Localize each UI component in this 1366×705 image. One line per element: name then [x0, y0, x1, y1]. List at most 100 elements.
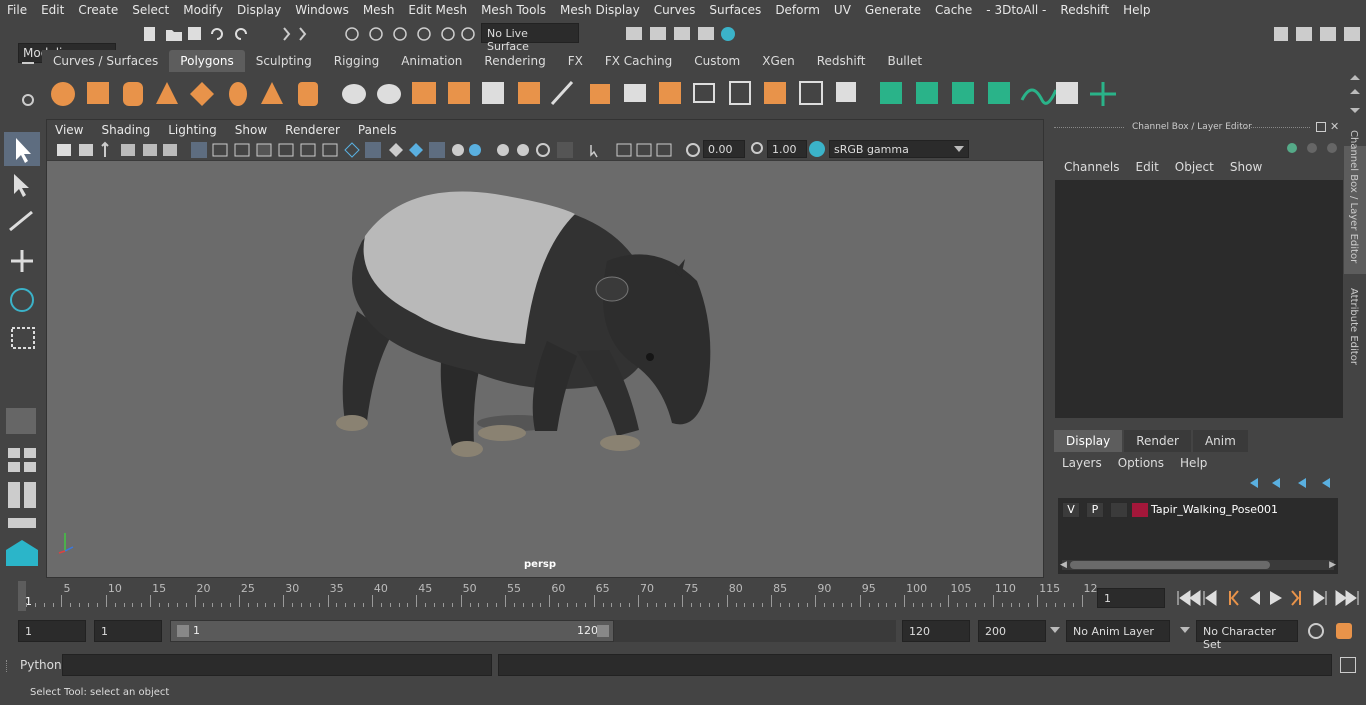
chevron-down-icon[interactable] [1050, 627, 1060, 633]
menu-curves[interactable]: Curves [647, 3, 703, 17]
shelf-tab-rigging[interactable]: Rigging [322, 50, 391, 72]
side-tab-channel-box[interactable]: Channel Box / Layer Editor [1348, 130, 1359, 263]
script-editor-icon[interactable] [1340, 657, 1356, 673]
shelf-tab-curves-surfaces[interactable]: Curves / Surfaces [42, 50, 170, 72]
menu-help[interactable]: Help [1116, 3, 1157, 17]
side-tab-attribute-editor[interactable]: Attribute Editor [1348, 288, 1359, 365]
layer-scrollbar[interactable]: ◀ ▶ [1060, 560, 1336, 570]
menu-edit-mesh[interactable]: Edit Mesh [401, 3, 474, 17]
command-input[interactable] [62, 654, 492, 676]
scroll-left-icon[interactable]: ◀ [1060, 560, 1067, 570]
animation-end-field[interactable]: 200 [978, 620, 1046, 642]
layer-tab-render[interactable]: Render [1124, 430, 1191, 452]
menu-3dtoall[interactable]: - 3DtoAll - [979, 3, 1053, 17]
layer-tab-display[interactable]: Display [1054, 430, 1123, 452]
shelf-tab-xgen[interactable]: XGen [751, 50, 806, 72]
channel-box-menu-object[interactable]: Object [1167, 160, 1222, 174]
viewport-menu-renderer[interactable]: Renderer [277, 123, 350, 137]
view-transform-select[interactable]: sRGB gamma [829, 140, 969, 158]
menu-generate[interactable]: Generate [858, 3, 928, 17]
panel-grip[interactable] [1240, 127, 1310, 129]
close-icon[interactable]: ✕ [1330, 120, 1339, 133]
scroll-right-icon[interactable]: ▶ [1329, 560, 1336, 570]
shelf-tab-fx[interactable]: FX [556, 50, 594, 72]
status-line-icons[interactable] [128, 24, 478, 44]
layer-menu-layers[interactable]: Layers [1062, 456, 1110, 470]
menu-mesh-display[interactable]: Mesh Display [553, 3, 647, 17]
menu-uv[interactable]: UV [827, 3, 858, 17]
tapir-model[interactable] [47, 161, 1043, 577]
menu-modify[interactable]: Modify [176, 3, 230, 17]
workspace-icons[interactable] [1270, 24, 1366, 44]
range-slider-end-handle[interactable] [597, 625, 609, 637]
menu-edit[interactable]: Edit [34, 3, 71, 17]
color-management-icon[interactable] [809, 141, 825, 157]
shelf-scroll[interactable] [1347, 72, 1363, 116]
animation-start-field[interactable]: 1 [18, 620, 86, 642]
playback-controls[interactable] [1172, 588, 1366, 608]
command-language-label[interactable]: Python [20, 658, 62, 672]
viewport-3d-view[interactable]: persp [47, 161, 1043, 577]
layer-row[interactable]: V P Tapir_Walking_Pose001 [1060, 500, 1336, 518]
playback-start-field[interactable]: 1 [94, 620, 162, 642]
anim-layer-select[interactable]: No Anim Layer [1066, 620, 1170, 642]
layer-type-toggle[interactable] [1110, 502, 1128, 518]
viewport-menu-shading[interactable]: Shading [93, 123, 160, 137]
gamma-field[interactable]: 1.00 [767, 140, 807, 158]
chevron-down-icon[interactable] [1180, 627, 1190, 633]
menu-windows[interactable]: Windows [288, 3, 356, 17]
menu-cache[interactable]: Cache [928, 3, 979, 17]
viewport-menu-lighting[interactable]: Lighting [160, 123, 227, 137]
layer-name[interactable]: Tapir_Walking_Pose001 [1151, 503, 1278, 516]
menu-file[interactable]: File [0, 3, 34, 17]
shelf-tab-animation[interactable]: Animation [390, 50, 474, 72]
viewport-menu-panels[interactable]: Panels [350, 123, 407, 137]
shelf-icons[interactable] [42, 72, 1342, 116]
layer-color-swatch[interactable] [1132, 503, 1148, 517]
channel-box-menu-show[interactable]: Show [1222, 160, 1270, 174]
viewport-toolbar-icons[interactable] [55, 141, 715, 159]
range-slider-track[interactable] [614, 620, 896, 642]
layer-menu-help[interactable]: Help [1180, 456, 1215, 470]
toolbox-icons[interactable] [0, 130, 44, 570]
menu-display[interactable]: Display [230, 3, 288, 17]
menu-create[interactable]: Create [71, 3, 125, 17]
menu-surfaces[interactable]: Surfaces [702, 3, 768, 17]
channel-box-menu-edit[interactable]: Edit [1128, 160, 1167, 174]
menu-select[interactable]: Select [125, 3, 176, 17]
menu-mesh[interactable]: Mesh [356, 3, 402, 17]
range-slider[interactable]: 1 120 [170, 620, 614, 642]
shelf-tab-polygons[interactable]: Polygons [169, 50, 245, 72]
float-panel-icon[interactable] [1316, 122, 1326, 132]
channel-box-menu-channels[interactable]: Channels [1056, 160, 1128, 174]
panel-grip[interactable] [1054, 127, 1124, 129]
menu-mesh-tools[interactable]: Mesh Tools [474, 3, 553, 17]
time-slider[interactable]: 1 5 10 15 20 25 30 35 40 45 50 55 60 65 70 75 80 85 90 95 1… [18, 581, 1098, 611]
shelf-tab-fx-caching[interactable]: FX Caching [593, 50, 684, 72]
channel-box-area[interactable] [1055, 180, 1343, 418]
live-surface-field[interactable]: No Live Surface [481, 23, 579, 53]
animation-preferences-icon[interactable] [1336, 623, 1352, 639]
shelf-tab-redshift[interactable]: Redshift [805, 50, 877, 72]
channel-box-icons[interactable] [1284, 140, 1344, 156]
exposure-field[interactable]: 0.00 [703, 140, 745, 158]
character-set-select[interactable]: No Character Set [1196, 620, 1298, 651]
layer-playback-toggle[interactable]: P [1086, 502, 1104, 518]
layer-buttons[interactable] [1244, 474, 1340, 492]
shelf-tab-rendering[interactable]: Rendering [473, 50, 557, 72]
viewport-menu-show[interactable]: Show [227, 123, 277, 137]
layer-tab-anim[interactable]: Anim [1192, 430, 1248, 452]
layer-menu-options[interactable]: Options [1118, 456, 1172, 470]
menu-deform[interactable]: Deform [768, 3, 827, 17]
menu-redshift[interactable]: Redshift [1053, 3, 1116, 17]
auto-key-icon[interactable] [1308, 623, 1324, 639]
current-frame-field[interactable]: 1 [1097, 588, 1165, 608]
layer-visibility-toggle[interactable]: V [1062, 502, 1080, 518]
scrollbar-thumb[interactable] [1070, 561, 1270, 569]
playback-end-field[interactable]: 120 [902, 620, 970, 642]
viewport-menu-view[interactable]: View [47, 123, 93, 137]
shelf-tab-sculpting[interactable]: Sculpting [244, 50, 323, 72]
render-icons[interactable] [600, 24, 750, 44]
shelf-tab-custom[interactable]: Custom [683, 50, 752, 72]
range-slider-start-handle[interactable] [177, 625, 189, 637]
